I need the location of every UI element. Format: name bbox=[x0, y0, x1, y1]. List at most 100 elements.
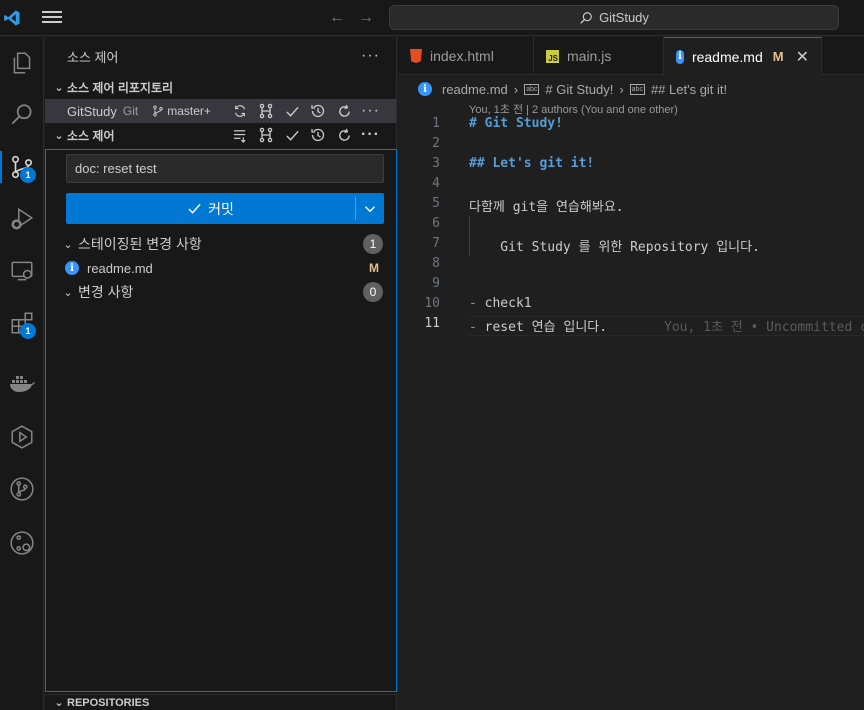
chevron-down-icon: ⌄ bbox=[54, 129, 64, 142]
line-number: 9 bbox=[432, 276, 440, 291]
history-icon[interactable] bbox=[309, 126, 327, 144]
string-symbol-icon: abc bbox=[524, 83, 540, 95]
git-graph-icon[interactable] bbox=[257, 102, 275, 120]
breadcrumb: i readme.md › abc # Git Study! › abc ## … bbox=[398, 78, 864, 100]
file-status-badge: M bbox=[369, 261, 379, 275]
code-line: - check1 bbox=[469, 296, 532, 311]
string-symbol-icon: abc bbox=[629, 83, 645, 95]
git-graph-icon[interactable] bbox=[0, 465, 44, 513]
commit-label: 커밋 bbox=[208, 200, 234, 217]
branch-icon bbox=[153, 105, 163, 117]
command-center-search[interactable]: GitStudy bbox=[389, 5, 839, 30]
git-graph-icon[interactable] bbox=[257, 126, 275, 144]
tab-main-js[interactable]: JS main.js bbox=[534, 37, 664, 75]
chevron-down-icon: ⌄ bbox=[63, 286, 73, 299]
code-editor[interactable]: 1 # Git Study! 2 3 ## Let's git it! 4 5 다함께 git… bbox=[398, 116, 864, 710]
changes-count-badge: 0 bbox=[363, 282, 383, 302]
changes-group[interactable]: ⌄ 변경 사항 0 bbox=[46, 280, 396, 304]
activity-bar: 1 1 bbox=[0, 37, 44, 710]
search-view-icon[interactable] bbox=[0, 91, 44, 139]
scm-more-icon[interactable]: ··· bbox=[361, 126, 380, 144]
more-actions-icon[interactable]: ··· bbox=[361, 47, 380, 65]
extensions-badge: 1 bbox=[20, 323, 36, 339]
run-debug-icon[interactable] bbox=[0, 195, 44, 243]
refresh-icon[interactable] bbox=[335, 126, 353, 144]
line-number: 7 bbox=[432, 236, 440, 251]
explorer-icon[interactable] bbox=[0, 39, 44, 87]
menu-icon[interactable] bbox=[40, 8, 64, 28]
chevron-down-icon bbox=[365, 205, 375, 212]
staged-changes-group[interactable]: ⌄ 스테이징된 변경 사항 1 bbox=[46, 232, 396, 256]
html-file-icon bbox=[410, 49, 422, 63]
markdown-heading: ## Let's git it! bbox=[469, 156, 595, 171]
changes-label: 변경 사항 bbox=[78, 284, 134, 300]
tab-readme-md[interactable]: i readme.md M ✕ bbox=[664, 37, 822, 75]
title-bar: ← → GitStudy bbox=[0, 0, 864, 36]
repo-row[interactable]: GitStudy Git master+ ··· bbox=[45, 99, 396, 123]
sidebar-header: 소스 제어 ··· bbox=[45, 37, 396, 75]
source-control-sidebar: 소스 제어 ··· ⌄ 소스 제어 리포지토리 GitStudy Git mas… bbox=[45, 37, 397, 710]
tab-label: main.js bbox=[567, 48, 612, 64]
sidebar-title: 소스 제어 bbox=[67, 49, 119, 65]
commit-check-icon[interactable] bbox=[283, 102, 301, 120]
repositories-section-header[interactable]: ⌄ REPOSITORIES bbox=[45, 694, 397, 710]
history-icon[interactable] bbox=[309, 102, 327, 120]
breadcrumb-heading-1[interactable]: # Git Study! bbox=[545, 82, 613, 97]
list-item-text: reset 연습 입니다. bbox=[484, 320, 608, 335]
chevron-right-icon: › bbox=[619, 81, 624, 97]
list-item-text: check1 bbox=[484, 296, 532, 311]
commit-main-button[interactable]: 커밋 bbox=[66, 193, 355, 224]
source-control-icon[interactable]: 1 bbox=[0, 143, 44, 191]
code-line: Git Study 를 위한 Repository 입니다. bbox=[469, 240, 760, 255]
sync-icon[interactable] bbox=[231, 102, 249, 120]
info-icon: i bbox=[676, 49, 684, 64]
scm-section-label: 소스 제어 bbox=[67, 128, 115, 143]
forward-arrow-icon[interactable]: → bbox=[355, 7, 377, 29]
git-blame-codelens[interactable]: You, 1초 전 | 2 authors (You and one other… bbox=[469, 101, 678, 117]
view-as-tree-icon[interactable] bbox=[231, 126, 249, 144]
repos-section-header[interactable]: ⌄ 소스 제어 리포지토리 bbox=[45, 75, 396, 99]
commit-check-icon[interactable] bbox=[283, 126, 301, 144]
close-icon[interactable]: ✕ bbox=[796, 47, 809, 67]
code-line: 다함께 git을 연습해봐요. bbox=[469, 200, 624, 215]
commit-message-input[interactable]: doc: reset test bbox=[66, 154, 384, 183]
refresh-icon[interactable] bbox=[335, 102, 353, 120]
line-number: 11 bbox=[424, 316, 440, 331]
commit-dropdown-button[interactable] bbox=[356, 193, 384, 224]
breadcrumb-file[interactable]: readme.md bbox=[442, 82, 508, 97]
staged-count-badge: 1 bbox=[363, 234, 383, 254]
line-number: 6 bbox=[432, 216, 440, 231]
branch-button[interactable]: master+ bbox=[152, 104, 211, 118]
remote-explorer-icon[interactable] bbox=[0, 247, 44, 295]
staged-label: 스테이징된 변경 사항 bbox=[78, 236, 202, 252]
commit-button[interactable]: 커밋 bbox=[66, 193, 384, 224]
git-history-icon[interactable] bbox=[0, 519, 44, 567]
docker-icon[interactable] bbox=[0, 359, 44, 407]
staged-file-row[interactable]: i readme.md M bbox=[46, 256, 396, 280]
code-line: ## Let's git it! bbox=[469, 156, 594, 171]
check-icon bbox=[188, 203, 201, 214]
scm-panel: doc: reset test 커밋 ⌄ 스테이징된 변경 사항 1 i rea… bbox=[45, 149, 397, 692]
list-bullet: - bbox=[469, 296, 485, 311]
code-line: # Git Study! bbox=[469, 116, 563, 131]
line-number: 10 bbox=[424, 296, 440, 311]
live-preview-icon[interactable] bbox=[0, 413, 44, 461]
extensions-icon[interactable]: 1 bbox=[0, 299, 44, 347]
js-file-icon: JS bbox=[546, 49, 559, 63]
tab-modified-badge: M bbox=[772, 49, 784, 64]
line-number: 3 bbox=[432, 156, 440, 171]
repo-name: GitStudy bbox=[67, 103, 117, 119]
line-number: 2 bbox=[432, 136, 440, 151]
tab-index-html[interactable]: index.html bbox=[398, 37, 534, 75]
chevron-right-icon: › bbox=[513, 81, 519, 97]
repos-section-label: 소스 제어 리포지토리 bbox=[67, 80, 174, 95]
tab-label: index.html bbox=[430, 48, 494, 64]
scm-section-header[interactable]: ⌄ 소스 제어 ··· bbox=[45, 123, 396, 147]
repo-more-icon[interactable]: ··· bbox=[361, 102, 380, 120]
back-arrow-icon[interactable]: ← bbox=[326, 7, 348, 29]
branch-name: master+ bbox=[167, 104, 211, 118]
breadcrumb-heading-2[interactable]: ## Let's git it! bbox=[651, 82, 727, 97]
markdown-heading: # Git Study! bbox=[469, 116, 563, 131]
info-icon: i bbox=[65, 261, 79, 275]
line-number: 5 bbox=[432, 196, 440, 211]
